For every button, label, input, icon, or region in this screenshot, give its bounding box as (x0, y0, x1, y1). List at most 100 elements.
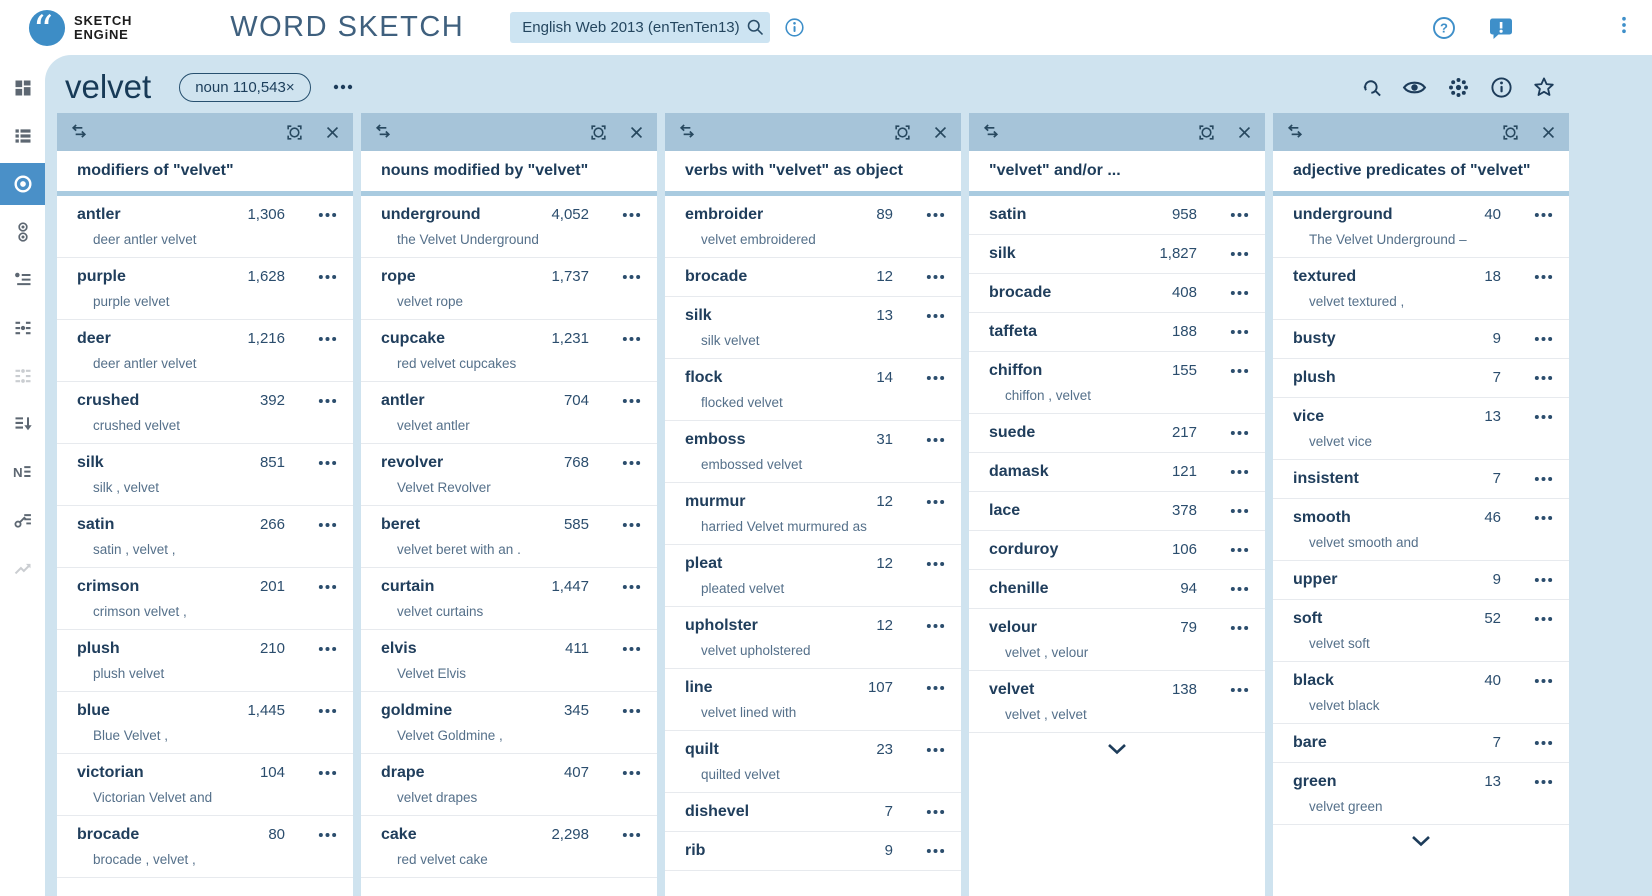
collocate-frequency[interactable]: 1,737 (513, 268, 589, 285)
row-menu-icon[interactable] (285, 832, 341, 838)
collocate-word[interactable]: upper (1293, 569, 1425, 591)
example-phrase[interactable]: velvet smooth and (1293, 534, 1557, 552)
row-menu-icon[interactable] (589, 832, 645, 838)
collocate-frequency[interactable]: 52 (1425, 610, 1501, 627)
example-phrase[interactable]: Velvet Elvis (381, 665, 645, 683)
example-phrase[interactable]: flocked velvet (685, 394, 949, 412)
collocate-frequency[interactable]: 378 (1121, 502, 1197, 519)
collocate-frequency[interactable]: 411 (513, 640, 589, 657)
corpus-info-icon[interactable] (784, 17, 805, 38)
close-column-icon[interactable] (324, 124, 341, 141)
focus-column-icon[interactable] (589, 123, 608, 142)
row-menu-icon[interactable] (1197, 625, 1253, 631)
collocate-frequency[interactable]: 12 (817, 555, 893, 572)
row-menu-icon[interactable] (589, 584, 645, 590)
collocate-frequency[interactable]: 40 (1425, 672, 1501, 689)
collocate-word[interactable]: silk (77, 452, 209, 474)
collocate-frequency[interactable]: 7 (1425, 470, 1501, 487)
visualization-icon[interactable] (1446, 75, 1471, 100)
example-phrase[interactable]: velvet , velvet (989, 706, 1253, 724)
row-menu-icon[interactable] (589, 708, 645, 714)
row-menu-icon[interactable] (589, 398, 645, 404)
collocate-word[interactable]: elvis (381, 638, 513, 660)
row-menu-icon[interactable] (1501, 375, 1557, 381)
row-menu-icon[interactable] (589, 646, 645, 652)
collocate-word[interactable]: crushed (77, 390, 209, 412)
row-menu-icon[interactable] (893, 375, 949, 381)
example-phrase[interactable]: velvet vice (1293, 433, 1557, 451)
swap-columns-icon[interactable] (981, 122, 1001, 142)
example-phrase[interactable]: pleated velvet (685, 580, 949, 598)
collocate-word[interactable]: curtain (381, 576, 513, 598)
example-phrase[interactable]: Blue Velvet , (77, 727, 341, 745)
example-phrase[interactable]: red velvet cupcakes (381, 355, 645, 373)
close-column-icon[interactable] (1236, 124, 1253, 141)
sidebar-item-keywords[interactable] (0, 499, 45, 541)
example-phrase[interactable]: velvet lined with (685, 704, 949, 722)
collocate-frequency[interactable]: 13 (1425, 773, 1501, 790)
row-menu-icon[interactable] (1501, 515, 1557, 521)
corpus-selector[interactable]: English Web 2013 (enTenTen13) (510, 12, 769, 43)
collocate-frequency[interactable]: 1,216 (209, 330, 285, 347)
example-phrase[interactable]: plush velvet (77, 665, 341, 683)
close-column-icon[interactable] (932, 124, 949, 141)
collocate-word[interactable]: antler (381, 390, 513, 412)
collocate-word[interactable]: green (1293, 771, 1425, 793)
example-phrase[interactable]: silk velvet (685, 332, 949, 350)
collocate-word[interactable]: cake (381, 824, 513, 846)
collocate-word[interactable]: purple (77, 266, 209, 288)
example-phrase[interactable]: velvet black (1293, 697, 1557, 715)
example-phrase[interactable]: the Velvet Underground (381, 231, 645, 249)
collocate-word[interactable]: pleat (685, 553, 817, 575)
collocate-word[interactable]: damask (989, 461, 1121, 483)
example-phrase[interactable]: velvet soft (1293, 635, 1557, 653)
collocate-word[interactable]: embroider (685, 204, 817, 226)
collocate-frequency[interactable]: 12 (817, 493, 893, 510)
sidebar-item-ngrams[interactable]: N (0, 451, 45, 493)
row-menu-icon[interactable] (285, 708, 341, 714)
swap-columns-icon[interactable] (69, 122, 89, 142)
row-menu-icon[interactable] (893, 274, 949, 280)
row-menu-icon[interactable] (589, 336, 645, 342)
example-phrase[interactable]: silk , velvet (77, 479, 341, 497)
row-menu-icon[interactable] (893, 623, 949, 629)
collocate-word[interactable]: plush (77, 638, 209, 660)
collocate-frequency[interactable]: 9 (1425, 571, 1501, 588)
collocate-frequency[interactable]: 46 (1425, 509, 1501, 526)
sketch-engine-logo[interactable]: “ SKETCH ENGiNE (28, 9, 132, 47)
example-phrase[interactable]: velvet , velour (989, 644, 1253, 662)
sidebar-item-dashboard[interactable] (0, 67, 45, 109)
collocate-frequency[interactable]: 107 (817, 679, 893, 696)
collocate-word[interactable]: quilt (685, 739, 817, 761)
example-phrase[interactable]: velvet rope (381, 293, 645, 311)
collocate-frequency[interactable]: 1,827 (1121, 245, 1197, 262)
collocate-word[interactable]: textured (1293, 266, 1425, 288)
collocate-frequency[interactable]: 585 (513, 516, 589, 533)
row-menu-icon[interactable] (1197, 251, 1253, 257)
collocate-frequency[interactable]: 79 (1121, 619, 1197, 636)
row-menu-icon[interactable] (1501, 336, 1557, 342)
headword-more-options-icon[interactable] (333, 84, 353, 90)
example-phrase[interactable]: velvet textured , (1293, 293, 1557, 311)
example-phrase[interactable]: velvet green (1293, 798, 1557, 816)
collocate-frequency[interactable]: 155 (1121, 362, 1197, 379)
row-menu-icon[interactable] (893, 313, 949, 319)
row-menu-icon[interactable] (1501, 577, 1557, 583)
collocate-word[interactable]: smooth (1293, 507, 1425, 529)
example-phrase[interactable]: Velvet Revolver (381, 479, 645, 497)
collocate-word[interactable]: brocade (685, 266, 817, 288)
collocate-frequency[interactable]: 851 (209, 454, 285, 471)
example-phrase[interactable]: quilted velvet (685, 766, 949, 784)
row-menu-icon[interactable] (1501, 414, 1557, 420)
collocate-word[interactable]: rope (381, 266, 513, 288)
row-menu-icon[interactable] (893, 561, 949, 567)
collocate-frequency[interactable]: 89 (817, 206, 893, 223)
collocate-word[interactable]: emboss (685, 429, 817, 451)
row-menu-icon[interactable] (1197, 586, 1253, 592)
collocate-word[interactable]: flock (685, 367, 817, 389)
row-menu-icon[interactable] (1197, 290, 1253, 296)
collocate-word[interactable]: dishevel (685, 801, 817, 823)
collocate-word[interactable]: blue (77, 700, 209, 722)
sidebar-item-thesaurus[interactable] (0, 259, 45, 301)
example-phrase[interactable]: brocade , velvet , (77, 851, 341, 869)
